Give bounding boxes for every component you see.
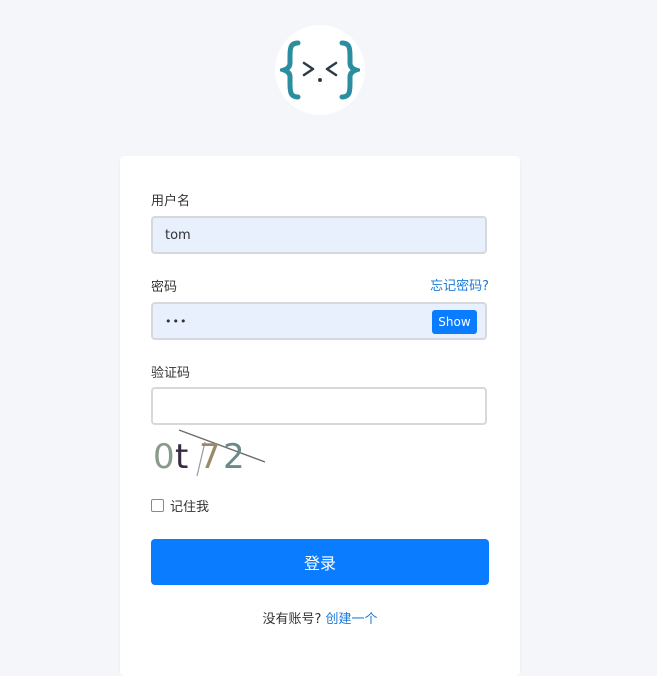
login-button[interactable]: 登录 [151,539,489,585]
svg-text:2: 2 [223,437,245,476]
code-brackets-logo-icon [280,40,360,100]
logo [275,25,365,115]
username-value: tom [165,227,191,243]
username-label: 用户名 [151,194,191,209]
captcha-input[interactable] [151,387,487,425]
show-password-button[interactable]: Show [432,310,477,334]
signup-prompt: 没有账号? 创建一个 [120,608,520,627]
create-account-link[interactable]: 创建一个 [326,612,378,627]
remember-me-checkbox[interactable] [151,499,164,512]
remember-me[interactable]: 记住我 [151,496,209,515]
svg-text:7: 7 [199,437,221,476]
password-value: ••• [165,314,188,328]
password-input[interactable]: ••• Show [151,302,487,340]
captcha-image[interactable]: 0 t 7 2 [151,428,269,476]
svg-text:t: t [175,437,188,476]
login-card: 用户名 tom 密码 忘记密码? ••• Show 验证码 0 t 7 2 记住… [120,156,520,676]
username-input[interactable]: tom [151,216,487,254]
captcha-label: 验证码 [151,366,191,381]
password-label: 密码 [151,280,178,295]
svg-text:0: 0 [153,437,175,476]
forgot-password-link[interactable]: 忘记密码? [430,275,489,294]
remember-me-label: 记住我 [170,500,210,515]
signup-prompt-text: 没有账号? [262,612,322,627]
